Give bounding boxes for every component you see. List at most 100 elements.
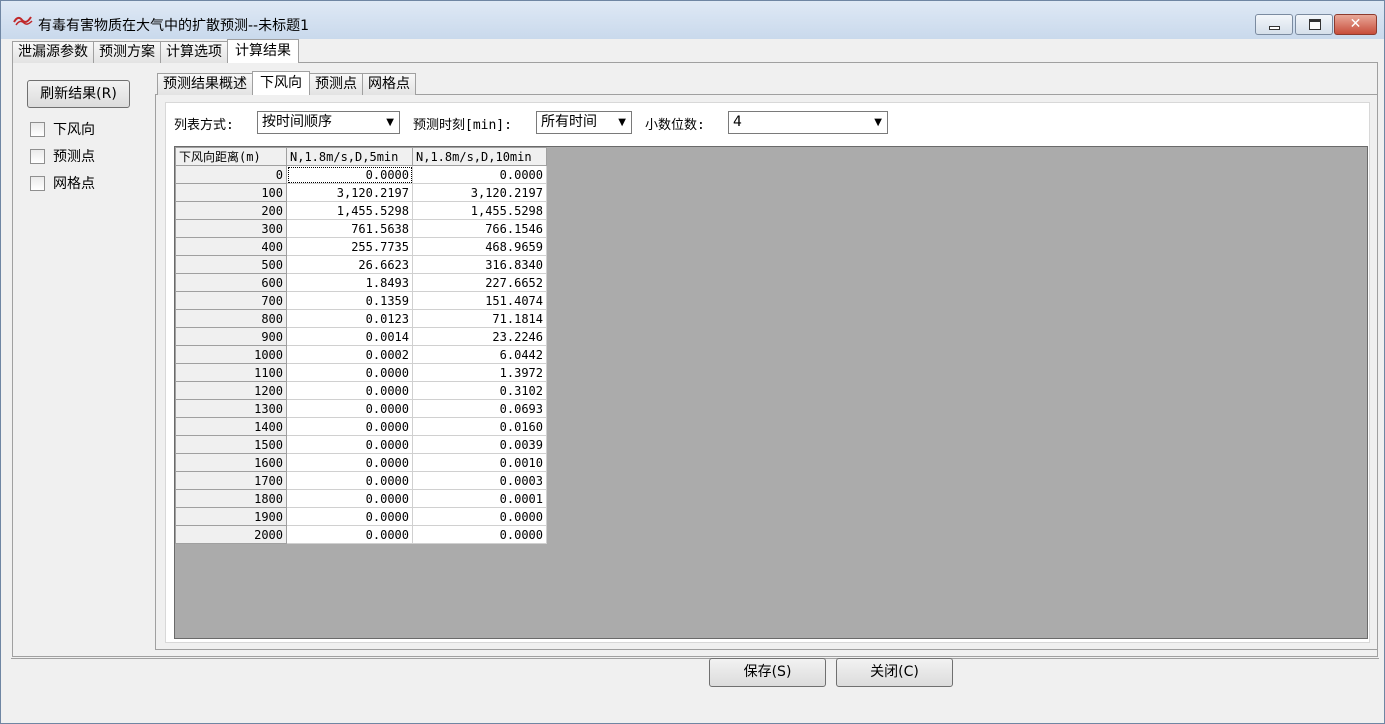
table-cell[interactable]: 26.6623 xyxy=(286,255,413,274)
table-cell[interactable]: 0.0123 xyxy=(286,309,413,328)
tab-leak-source-params[interactable]: 泄漏源参数 xyxy=(12,41,94,63)
table-row[interactable]: 1000 0.0002 6.0442 xyxy=(175,345,547,364)
tab-downwind[interactable]: 下风向 xyxy=(252,71,310,95)
refresh-results-button[interactable]: 刷新结果(R) xyxy=(27,80,130,108)
list-mode-select[interactable]: 按时间顺序 ▼ xyxy=(257,111,400,134)
table-row[interactable]: 100 3,120.2197 3,120.2197 xyxy=(175,183,547,202)
table-cell[interactable]: 766.1546 xyxy=(412,219,547,238)
table-cell[interactable]: 0.0000 xyxy=(286,399,413,418)
table-cell[interactable]: 316.8340 xyxy=(412,255,547,274)
table-cell[interactable]: 0.0039 xyxy=(412,435,547,454)
table-cell[interactable]: 0.0000 xyxy=(286,363,413,382)
table-cell[interactable]: 71.1814 xyxy=(412,309,547,328)
table-cell[interactable]: 3,120.2197 xyxy=(412,183,547,202)
predict-time-select[interactable]: 所有时间 ▼ xyxy=(536,111,632,134)
row-header-cell[interactable]: 1200 xyxy=(175,381,287,400)
table-cell[interactable]: 0.3102 xyxy=(412,381,547,400)
table-row[interactable]: 1800 0.0000 0.0001 xyxy=(175,489,547,508)
table-row[interactable]: 400 255.7735 468.9659 xyxy=(175,237,547,256)
table-cell[interactable]: 0.1359 xyxy=(286,291,413,310)
checkbox-box[interactable] xyxy=(30,121,45,137)
tab-grid-point[interactable]: 网格点 xyxy=(362,73,416,95)
header-distance[interactable]: 下风向距离(m) xyxy=(175,147,287,166)
table-cell[interactable]: 0.0000 xyxy=(412,165,547,184)
table-cell[interactable]: 0.0000 xyxy=(412,507,547,526)
row-header-cell[interactable]: 1400 xyxy=(175,417,287,436)
row-header-cell[interactable]: 1300 xyxy=(175,399,287,418)
header-series-10min[interactable]: N,1.8m/s,D,10min xyxy=(412,147,547,166)
table-cell[interactable]: 0.0000 xyxy=(412,525,547,544)
table-cell[interactable]: 0.0000 xyxy=(286,489,413,508)
tab-prediction-plan[interactable]: 预测方案 xyxy=(93,41,161,63)
row-header-cell[interactable]: 600 xyxy=(175,273,287,292)
row-header-cell[interactable]: 300 xyxy=(175,219,287,238)
table-cell[interactable]: 255.7735 xyxy=(286,237,413,256)
table-cell[interactable]: 0.0000 xyxy=(286,165,413,184)
table-cell[interactable]: 0.0000 xyxy=(286,381,413,400)
tab-calc-results[interactable]: 计算结果 xyxy=(227,39,299,63)
row-header-cell[interactable]: 1800 xyxy=(175,489,287,508)
table-cell[interactable]: 0.0000 xyxy=(286,417,413,436)
close-window-button[interactable]: ✕ xyxy=(1334,14,1377,35)
row-header-cell[interactable]: 700 xyxy=(175,291,287,310)
table-cell[interactable]: 0.0160 xyxy=(412,417,547,436)
table-cell[interactable]: 151.4074 xyxy=(412,291,547,310)
row-header-cell[interactable]: 400 xyxy=(175,237,287,256)
table-row[interactable]: 0 0.0000 0.0000 xyxy=(175,165,547,184)
table-row[interactable]: 1200 0.0000 0.3102 xyxy=(175,381,547,400)
row-header-cell[interactable]: 1700 xyxy=(175,471,287,490)
row-header-cell[interactable]: 500 xyxy=(175,255,287,274)
save-button[interactable]: 保存(S) xyxy=(709,658,826,687)
table-row[interactable]: 2000 0.0000 0.0000 xyxy=(175,525,547,544)
table-row[interactable]: 1100 0.0000 1.3972 xyxy=(175,363,547,382)
tab-result-summary[interactable]: 预测结果概述 xyxy=(157,73,253,95)
decimals-select[interactable]: 4 ▼ xyxy=(728,111,888,134)
table-cell[interactable]: 0.0001 xyxy=(412,489,547,508)
table-cell[interactable]: 0.0000 xyxy=(286,435,413,454)
table-cell[interactable]: 0.0693 xyxy=(412,399,547,418)
table-row[interactable]: 1300 0.0000 0.0693 xyxy=(175,399,547,418)
row-header-cell[interactable]: 900 xyxy=(175,327,287,346)
table-cell[interactable]: 1,455.5298 xyxy=(412,201,547,220)
table-cell[interactable]: 6.0442 xyxy=(412,345,547,364)
table-cell[interactable]: 0.0014 xyxy=(286,327,413,346)
table-cell[interactable]: 761.5638 xyxy=(286,219,413,238)
row-header-cell[interactable]: 1900 xyxy=(175,507,287,526)
row-header-cell[interactable]: 0 xyxy=(175,165,287,184)
row-header-cell[interactable]: 1000 xyxy=(175,345,287,364)
checkbox-grid-point[interactable]: 网格点 xyxy=(30,174,95,192)
table-cell[interactable]: 0.0000 xyxy=(286,507,413,526)
row-header-cell[interactable]: 2000 xyxy=(175,525,287,544)
table-row[interactable]: 600 1.8493 227.6652 xyxy=(175,273,547,292)
table-cell[interactable]: 0.0002 xyxy=(286,345,413,364)
row-header-cell[interactable]: 1500 xyxy=(175,435,287,454)
tab-calc-options[interactable]: 计算选项 xyxy=(160,41,228,63)
minimize-button[interactable] xyxy=(1255,14,1293,35)
table-row[interactable]: 200 1,455.5298 1,455.5298 xyxy=(175,201,547,220)
checkbox-box[interactable] xyxy=(30,148,45,164)
table-row[interactable]: 700 0.1359 151.4074 xyxy=(175,291,547,310)
table-row[interactable]: 1700 0.0000 0.0003 xyxy=(175,471,547,490)
table-cell[interactable]: 227.6652 xyxy=(412,273,547,292)
table-cell[interactable]: 0.0000 xyxy=(286,453,413,472)
table-cell[interactable]: 1,455.5298 xyxy=(286,201,413,220)
row-header-cell[interactable]: 800 xyxy=(175,309,287,328)
row-header-cell[interactable]: 200 xyxy=(175,201,287,220)
table-row[interactable]: 1600 0.0000 0.0010 xyxy=(175,453,547,472)
tab-predict-point[interactable]: 预测点 xyxy=(309,73,363,95)
table-row[interactable]: 1500 0.0000 0.0039 xyxy=(175,435,547,454)
maximize-button[interactable] xyxy=(1295,14,1333,35)
table-row[interactable]: 300 761.5638 766.1546 xyxy=(175,219,547,238)
table-cell[interactable]: 1.3972 xyxy=(412,363,547,382)
table-row[interactable]: 1400 0.0000 0.0160 xyxy=(175,417,547,436)
header-series-5min[interactable]: N,1.8m/s,D,5min xyxy=(286,147,413,166)
table-cell[interactable]: 23.2246 xyxy=(412,327,547,346)
table-cell[interactable]: 468.9659 xyxy=(412,237,547,256)
table-row[interactable]: 800 0.0123 71.1814 xyxy=(175,309,547,328)
close-button[interactable]: 关闭(C) xyxy=(836,658,953,687)
row-header-cell[interactable]: 1600 xyxy=(175,453,287,472)
checkbox-box[interactable] xyxy=(30,175,45,191)
table-cell[interactable]: 1.8493 xyxy=(286,273,413,292)
table-cell[interactable]: 0.0000 xyxy=(286,525,413,544)
table-cell[interactable]: 3,120.2197 xyxy=(286,183,413,202)
